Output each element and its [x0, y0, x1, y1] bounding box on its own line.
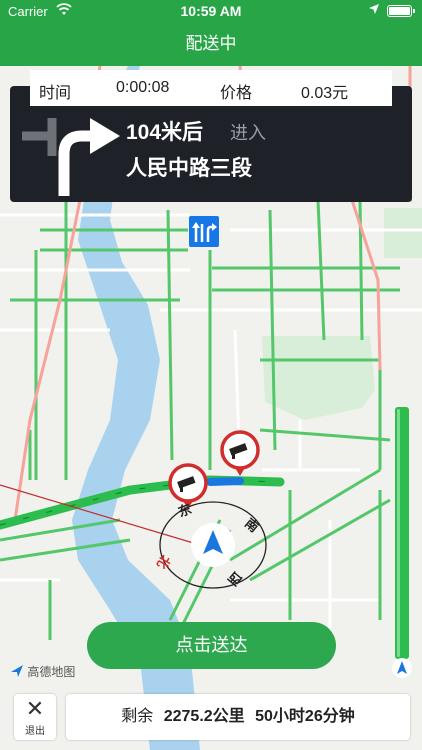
deliver-button[interactable]: 点击送达 — [87, 622, 336, 669]
turn-distance: 104米后 — [126, 121, 204, 144]
next-road-name: 人民中路三段 — [126, 157, 252, 180]
amap-logo-icon — [11, 665, 23, 677]
speed-camera-icon — [168, 463, 208, 509]
nav-bar: 配送中 — [0, 22, 422, 66]
status-time: 10:59 AM — [180, 3, 242, 19]
remaining-label: 剩余 — [121, 708, 154, 725]
close-icon: ✕ — [25, 696, 45, 721]
price-label: 价格 — [220, 85, 253, 102]
remaining-info: 剩余 2275.2公里 50小时26分钟 — [66, 694, 410, 740]
remaining-distance: 2275.2公里 — [163, 708, 245, 725]
battery-icon — [387, 5, 415, 17]
compass: 东 南 西 北 — [154, 500, 268, 590]
location-arrow-icon — [368, 3, 380, 18]
remaining-duration: 50小时26分钟 — [255, 708, 355, 725]
turn-action: 进入 — [230, 123, 266, 143]
route-traffic-bar — [395, 407, 409, 659]
page-title: 配送中 — [185, 34, 237, 53]
turn-right-icon — [22, 106, 122, 201]
time-label: 时间 — [39, 85, 72, 102]
map-logo-text: 高德地图 — [27, 665, 76, 679]
lane-guidance-icon — [189, 216, 219, 247]
price-value: 0.03元 — [301, 85, 349, 102]
speed-camera-icon — [220, 430, 260, 476]
map-logo: 高德地图 — [10, 663, 75, 680]
car-position-icon — [392, 658, 412, 678]
trip-stats: 时间 0:00:08 价格 0.03元 — [30, 70, 392, 106]
exit-button[interactable]: ✕ 退出 — [14, 694, 56, 740]
exit-label: 退出 — [25, 726, 45, 737]
status-bar: Carrier 10:59 AM — [0, 0, 422, 22]
time-value: 0:00:08 — [116, 79, 170, 96]
